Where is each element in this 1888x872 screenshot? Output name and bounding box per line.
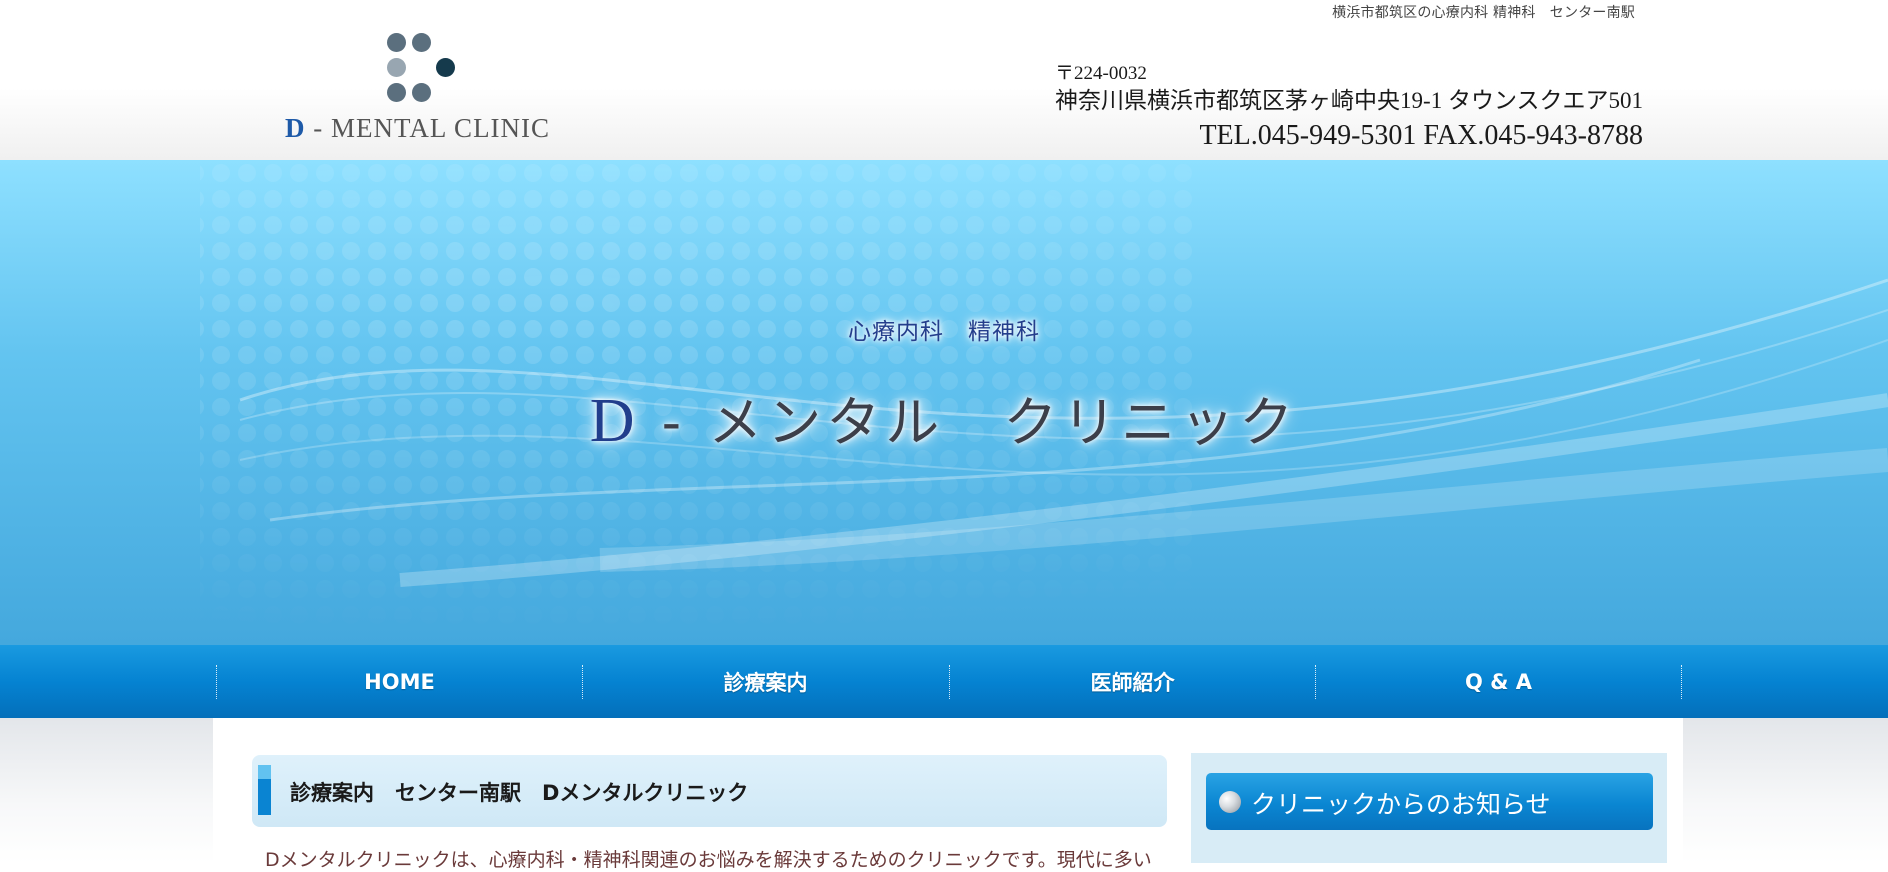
clinic-address: 神奈川県横浜市都筑区茅ヶ崎中央19-1 タウンスクエア501	[1055, 88, 1643, 113]
clinic-notice-label: クリニックからのお知らせ	[1251, 790, 1551, 819]
section-heading: 診療案内 センター南駅 Dメンタルクリニック	[252, 755, 1167, 827]
heading-accent-light	[258, 765, 271, 779]
logo-dots-icon	[383, 33, 463, 108]
nav-doctor-profile[interactable]: 医師紹介	[949, 645, 1316, 718]
nav-divider	[1681, 665, 1682, 699]
site-tagline: 横浜市都筑区の心療内科 精神科 センター南駅	[1332, 5, 1635, 21]
hero-title-rest: - メンタル クリニック	[639, 391, 1299, 454]
bullet-ball-icon	[1219, 791, 1241, 813]
hero-banner: 心療内科 精神科 D - メンタル クリニック	[0, 160, 1888, 645]
logo-dot	[387, 83, 406, 102]
hero-subtitle: 心療内科 精神科	[848, 319, 1040, 345]
main-nav: HOME 診療案内 医師紹介 Q & A	[0, 645, 1888, 718]
clinic-logo[interactable]: D - MENTAL CLINIC	[283, 33, 563, 143]
logo-dot	[412, 33, 431, 52]
site-header: 横浜市都筑区の心療内科 精神科 センター南駅 D - MENTAL CLINIC…	[0, 0, 1888, 160]
logo-wordmark-d: D	[285, 113, 306, 143]
logo-wordmark-rest: - MENTAL CLINIC	[305, 113, 551, 143]
hero-title-d: D	[589, 387, 640, 455]
section-heading-text: 診療案内 センター南駅 Dメンタルクリニック	[290, 781, 749, 805]
logo-wordmark: D - MENTAL CLINIC	[285, 113, 550, 144]
logo-dot	[412, 83, 431, 102]
nav-qa[interactable]: Q & A	[1315, 645, 1682, 718]
logo-dot	[387, 58, 406, 77]
clinic-contact: 〒224-0032 神奈川県横浜市都筑区茅ヶ崎中央19-1 タウンスクエア501…	[1055, 62, 1643, 154]
phone-fax: TEL.045-949-5301 FAX.045-943-8788	[1199, 120, 1643, 151]
nav-clinic-info[interactable]: 診療案内	[582, 645, 949, 718]
heading-accent-bar	[258, 779, 271, 815]
clinic-notice-button[interactable]: クリニックからのお知らせ	[1206, 773, 1653, 830]
intro-text: Dメンタルクリニックは、心療内科・精神科関連のお悩みを解決するためのクリニックで…	[265, 849, 1152, 871]
logo-dot	[387, 33, 406, 52]
hero-title: D - メンタル クリニック	[0, 378, 1888, 457]
postal-code: 〒224-0032	[1055, 63, 1147, 84]
logo-dot	[436, 58, 455, 77]
nav-home[interactable]: HOME	[216, 645, 583, 718]
